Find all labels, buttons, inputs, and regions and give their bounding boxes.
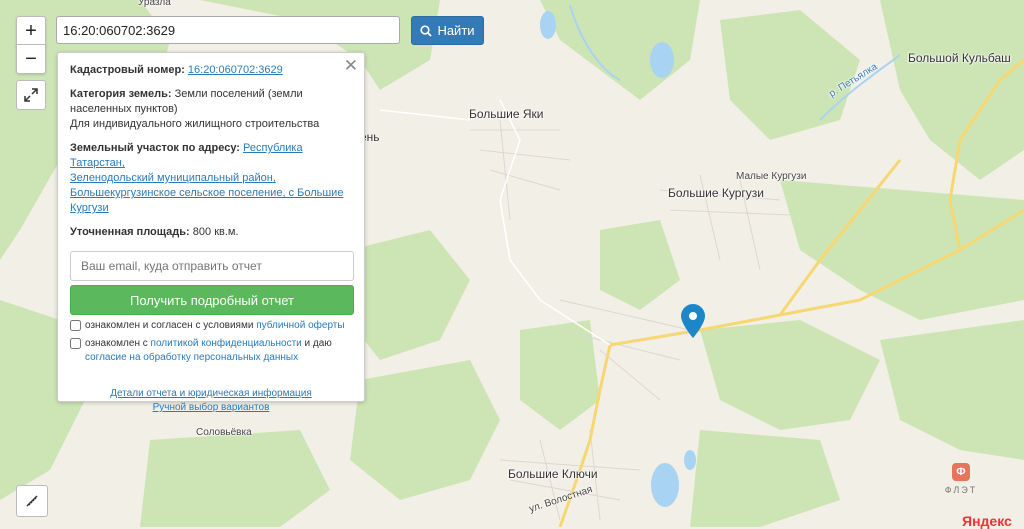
address-link-2[interactable]: Зеленодольский муниципальный район, xyxy=(70,172,276,184)
zoom-out-button[interactable]: − xyxy=(16,44,46,74)
area-value: 800 кв.м. xyxy=(192,226,239,238)
privacy-text: ознакомлен с xyxy=(85,338,148,349)
place-label-malye-kurguzi: Малые Кургузи xyxy=(736,171,807,182)
flat-logo-text: ФЛЭТ xyxy=(944,485,978,495)
report-details-link[interactable]: Детали отчета и юридическая информация xyxy=(70,387,352,401)
get-report-button[interactable]: Получить подробный отчет xyxy=(70,285,354,315)
search-button[interactable]: Найти xyxy=(411,16,484,45)
privacy-checkbox[interactable] xyxy=(70,338,81,349)
flat-logo: Ф ФЛЭТ xyxy=(930,463,992,505)
cadastral-label: Кадастровый номер: xyxy=(70,64,185,76)
expand-icon xyxy=(24,88,38,102)
place-label-bolshie-klyuchi: Большие Ключи xyxy=(508,467,598,481)
category-label: Категория земель: xyxy=(70,88,172,100)
manual-choice-link[interactable]: Ручной выбор вариантов xyxy=(70,401,352,415)
address-link-4[interactable]: Кургузи xyxy=(70,202,109,214)
category-value-1: Земли поселений (земли xyxy=(174,88,303,100)
search-button-label: Найти xyxy=(437,23,475,38)
category-value-2: населенных пунктов) xyxy=(70,103,178,115)
search-icon xyxy=(420,24,433,37)
ruler-icon xyxy=(26,495,38,507)
offer-consent-row: ознакомлен и согласен с условиями публич… xyxy=(70,319,352,333)
place-label-solovevka: Соловьёвка xyxy=(196,427,252,438)
parcel-info-panel: ✕ Кадастровый номер: 16:20:060702:3629 К… xyxy=(57,52,365,413)
offer-link[interactable]: публичной оферты xyxy=(256,320,344,331)
place-label-bolshoi-kulbash: Большой Кульбаш xyxy=(908,51,1011,65)
address-label: Земельный участок по адресу: xyxy=(70,142,240,154)
area-label: Уточненная площадь: xyxy=(70,226,190,238)
ruler-button[interactable] xyxy=(16,485,48,517)
flat-logo-icon: Ф xyxy=(952,463,970,481)
place-label-urazla: Уразла xyxy=(138,0,171,8)
fullscreen-button[interactable] xyxy=(16,80,46,110)
place-label-bolshie-yaki: Большие Яки xyxy=(469,107,544,121)
personal-data-consent-link[interactable]: согласие на обработку персональных данны… xyxy=(85,352,298,363)
offer-text: ознакомлен и согласен с условиями xyxy=(85,320,254,331)
place-label-bolshie-kurguzi: Большие Кургузи xyxy=(668,186,764,200)
zoom-in-button[interactable]: + xyxy=(16,16,46,46)
privacy-mid-text: и даю xyxy=(304,338,332,349)
privacy-policy-link[interactable]: политикой конфиденциальности xyxy=(151,338,302,349)
email-field[interactable] xyxy=(70,251,354,281)
category-value-3: Для индивидуального жилищного строительс… xyxy=(70,118,320,130)
cadastral-search-input[interactable] xyxy=(56,16,400,44)
close-icon[interactable]: ✕ xyxy=(344,56,358,76)
privacy-consent-row: ознакомлен с политикой конфиденциальност… xyxy=(70,337,352,365)
address-link-3[interactable]: Большекургузинское сельское поселение, с… xyxy=(70,187,343,199)
cadastral-number-link[interactable]: 16:20:060702:3629 xyxy=(188,64,283,76)
offer-checkbox[interactable] xyxy=(70,320,81,331)
